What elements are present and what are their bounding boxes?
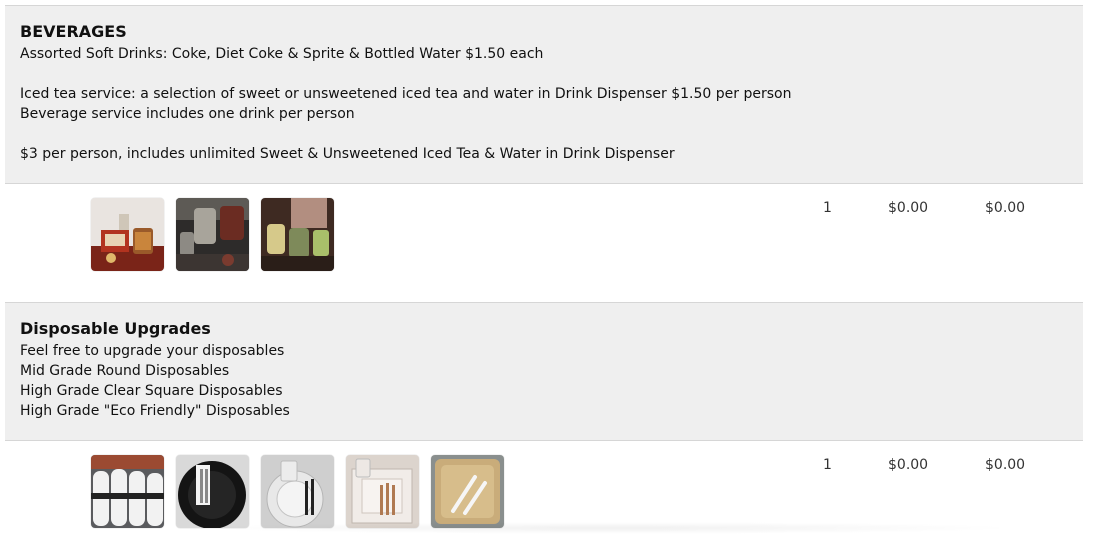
beverages-line-2: Iced tea service: a selection of sweet o… (20, 86, 792, 102)
palm-leaf-plates-photo[interactable] (431, 455, 504, 528)
black-round-plates-photo[interactable] (176, 455, 249, 528)
disposables-unit-price: $0.00 (888, 457, 929, 473)
clear-square-plates-photo[interactable] (346, 455, 419, 528)
drink-dispenser-photo[interactable] (91, 198, 164, 271)
clear-round-plates-photo[interactable] (261, 455, 334, 528)
disposables-line-4: High Grade "Eco Friendly" Disposables (20, 403, 290, 419)
beverages-quantity: 1 (823, 200, 832, 216)
disposables-quantity: 1 (823, 457, 832, 473)
iced-tea-dispenser-photo[interactable] (176, 198, 249, 271)
beverages-section: BEVERAGES Assorted Soft Drinks: Coke, Di… (5, 5, 1083, 184)
beverages-unit-price: $0.00 (888, 200, 929, 216)
disposables-total: $0.00 (985, 457, 1026, 473)
disposables-title: Disposable Upgrades (20, 319, 211, 338)
beverages-line-3: Beverage service includes one drink per … (20, 106, 355, 122)
disposables-line-3: High Grade Clear Square Disposables (20, 383, 283, 399)
disposables-section: Disposable Upgrades Feel free to upgrade… (5, 302, 1083, 441)
beverages-title: BEVERAGES (20, 22, 127, 41)
beverages-line-1: Assorted Soft Drinks: Coke, Diet Coke & … (20, 46, 544, 62)
disposables-line-2: Mid Grade Round Disposables (20, 363, 230, 379)
footer-shadow (200, 522, 1020, 534)
beverages-total: $0.00 (985, 200, 1026, 216)
beverage-station-photo[interactable] (261, 198, 334, 271)
rolled-napkins-photo[interactable] (91, 455, 164, 528)
beverages-line-4: $3 per person, includes unlimited Sweet … (20, 146, 675, 162)
disposables-line-1: Feel free to upgrade your disposables (20, 343, 285, 359)
